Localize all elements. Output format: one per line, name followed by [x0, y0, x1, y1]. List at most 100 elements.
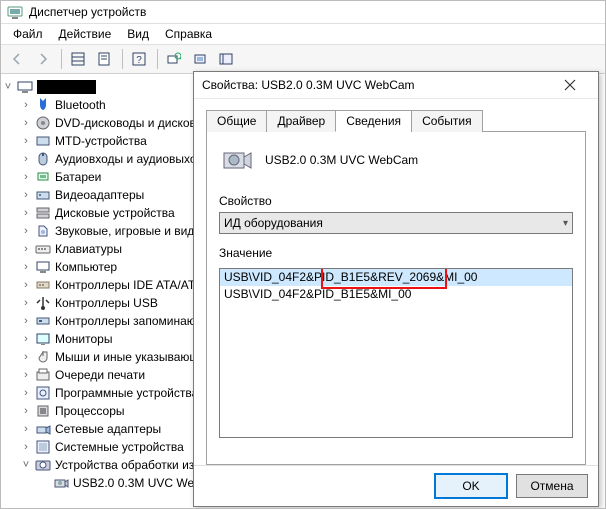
tab-general[interactable]: Общие: [206, 110, 267, 132]
close-button[interactable]: [550, 74, 590, 96]
expand-icon[interactable]: ›: [19, 297, 33, 309]
expand-icon[interactable]: ›: [19, 135, 33, 147]
collapse-icon[interactable]: ˅: [1, 81, 15, 93]
tree-label: MTD-устройства: [55, 134, 147, 148]
details-panel: USB2.0 0.3M UVC WebCam Свойство ИД обору…: [206, 132, 586, 465]
expand-icon[interactable]: ›: [19, 117, 33, 129]
back-button[interactable]: [5, 47, 29, 71]
property-label: Свойство: [219, 194, 573, 208]
tree-label: Мониторы: [55, 332, 112, 346]
cancel-button[interactable]: Отмена: [516, 474, 588, 498]
category-icon: [35, 313, 51, 329]
tree-label: Видеоадаптеры: [55, 188, 144, 202]
tab-details[interactable]: Сведения: [335, 110, 412, 132]
category-icon: [35, 97, 51, 113]
expand-icon[interactable]: ›: [19, 99, 33, 111]
value-label: Значение: [219, 246, 573, 260]
value-listbox[interactable]: USB\VID_04F2&PID_B1E5&REV_2069&MI_00 USB…: [219, 268, 573, 438]
tab-driver[interactable]: Драйвер: [266, 110, 336, 132]
list-item[interactable]: USB\VID_04F2&PID_B1E5&REV_2069&MI_00: [220, 269, 572, 286]
tree-label: Клавиатуры: [55, 242, 122, 256]
dialog-title: Свойства: USB2.0 0.3M UVC WebCam: [202, 78, 550, 92]
separator: [61, 49, 62, 69]
category-icon: [35, 169, 51, 185]
ok-button[interactable]: OK: [434, 473, 508, 499]
help-button[interactable]: ?: [127, 47, 151, 71]
expand-icon[interactable]: ›: [19, 189, 33, 201]
list-item[interactable]: USB\VID_04F2&PID_B1E5&MI_00: [220, 286, 572, 303]
collapse-icon[interactable]: ˅: [19, 459, 33, 471]
property-dropdown[interactable]: ИД оборудования ▾: [219, 212, 573, 234]
forward-button[interactable]: [31, 47, 55, 71]
expand-icon[interactable]: ›: [19, 333, 33, 345]
category-icon: [35, 133, 51, 149]
category-icon: [35, 367, 51, 383]
expand-icon[interactable]: ›: [19, 387, 33, 399]
menubar: Файл Действие Вид Справка: [1, 24, 605, 45]
window-titlebar: Диспетчер устройств: [1, 1, 605, 24]
expand-icon[interactable]: ›: [19, 243, 33, 255]
tree-label: Bluetooth: [55, 98, 106, 112]
webcam-large-icon: [221, 144, 253, 176]
expand-icon[interactable]: ›: [19, 207, 33, 219]
category-icon: [35, 421, 51, 437]
tree-label: Процессоры: [55, 404, 125, 418]
separator: [157, 49, 158, 69]
expand-icon[interactable]: ›: [19, 405, 33, 417]
root-label: [37, 80, 96, 94]
property-selected: ИД оборудования: [224, 216, 323, 230]
properties-dialog: Свойства: USB2.0 0.3M UVC WebCam Общие Д…: [193, 71, 599, 507]
menu-action[interactable]: Действие: [51, 25, 120, 43]
device-name: USB2.0 0.3M UVC WebCam: [265, 153, 418, 167]
show-tree-button[interactable]: [66, 47, 90, 71]
imaging-icon: [35, 457, 51, 473]
properties-button[interactable]: [92, 47, 116, 71]
devices-by-type-button[interactable]: [188, 47, 212, 71]
category-icon: [35, 223, 51, 239]
tree-label: Дисковые устройства: [55, 206, 175, 220]
separator: [122, 49, 123, 69]
category-icon: [35, 349, 51, 365]
expand-icon[interactable]: ›: [19, 171, 33, 183]
category-icon: [35, 187, 51, 203]
expand-icon[interactable]: ›: [19, 369, 33, 381]
computer-icon: [17, 79, 33, 95]
expand-icon[interactable]: ›: [19, 423, 33, 435]
toolbar: ?: [1, 45, 605, 74]
expand-icon[interactable]: ›: [19, 351, 33, 363]
chevron-down-icon: ▾: [563, 218, 568, 229]
close-icon: [564, 79, 576, 91]
tree-label: Сетевые адаптеры: [55, 422, 161, 436]
tree-label: Системные устройства: [55, 440, 184, 454]
category-icon: [35, 439, 51, 455]
scan-hardware-button[interactable]: [162, 47, 186, 71]
category-icon: [35, 259, 51, 275]
menu-help[interactable]: Справка: [157, 25, 220, 43]
expand-icon[interactable]: ›: [19, 315, 33, 327]
category-icon: [35, 385, 51, 401]
expand-icon[interactable]: ›: [19, 279, 33, 291]
expand-icon[interactable]: ›: [19, 225, 33, 237]
menu-view[interactable]: Вид: [119, 25, 157, 43]
tab-strip: Общие Драйвер Сведения События: [206, 109, 586, 132]
dialog-button-row: OK Отмена: [194, 465, 598, 506]
category-icon: [35, 241, 51, 257]
tab-events[interactable]: События: [411, 110, 483, 132]
category-icon: [35, 205, 51, 221]
tree-label: Программные устройства: [55, 386, 198, 400]
category-icon: [35, 277, 51, 293]
expand-icon[interactable]: ›: [19, 153, 33, 165]
tree-label: Контроллеры USB: [55, 296, 158, 310]
expand-icon[interactable]: ›: [19, 441, 33, 453]
tree-label: Батареи: [55, 170, 101, 184]
dialog-titlebar[interactable]: Свойства: USB2.0 0.3M UVC WebCam: [194, 72, 598, 99]
app-icon: [7, 4, 23, 20]
window-title: Диспетчер устройств: [29, 5, 146, 19]
category-icon: [35, 295, 51, 311]
expand-icon[interactable]: ›: [19, 261, 33, 273]
category-icon: [35, 403, 51, 419]
tree-label: Контроллеры IDE ATA/ATAPI: [55, 278, 214, 292]
menu-file[interactable]: Файл: [5, 25, 51, 43]
devices-by-connection-button[interactable]: [214, 47, 238, 71]
category-icon: [35, 151, 51, 167]
